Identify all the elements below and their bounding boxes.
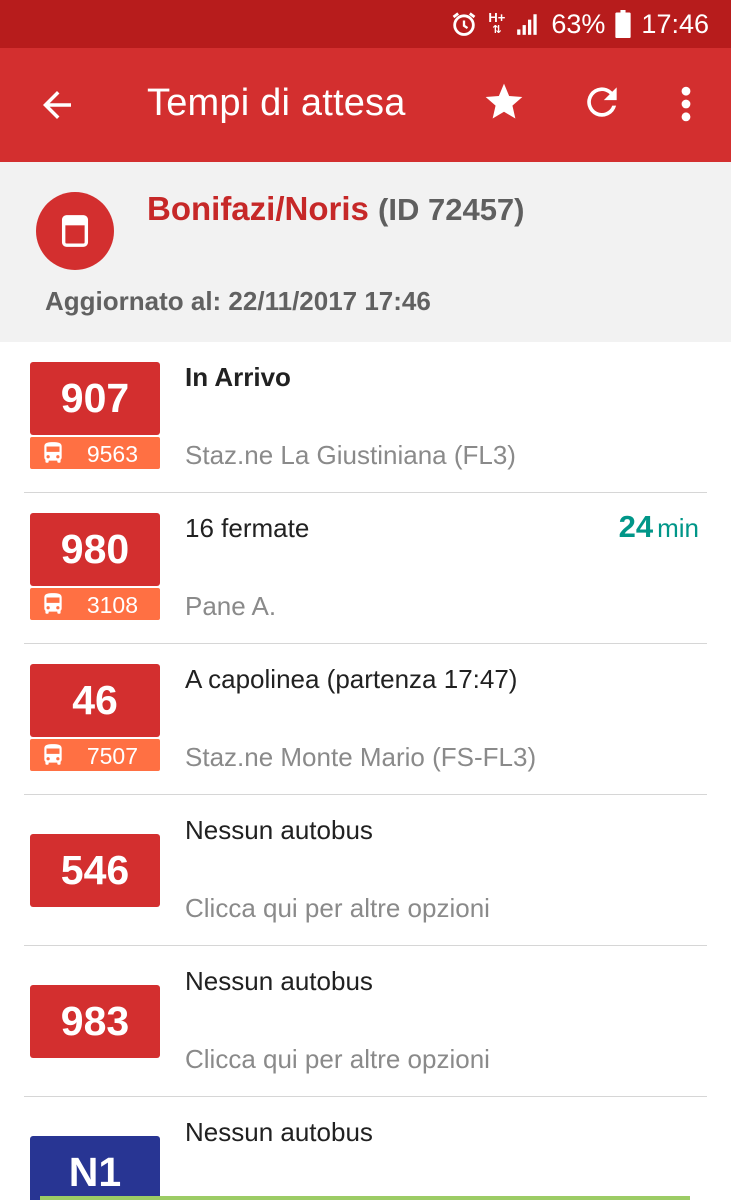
favorite-button[interactable] — [482, 80, 526, 124]
star-icon — [485, 83, 523, 119]
stop-name: Bonifazi/Noris — [147, 190, 369, 227]
more-options-hint: Clicca qui per altre opzioni — [185, 893, 490, 923]
vehicle-badge: 7507 — [30, 739, 160, 771]
refresh-icon — [587, 87, 617, 117]
arrival-status: A capolinea (partenza 17:47) — [185, 664, 518, 694]
arrival-status: Nessun autobus — [185, 966, 373, 996]
arrow-back-icon — [43, 91, 71, 119]
eta-value: 24 — [618, 509, 654, 544]
stop-id: (ID 72457) — [378, 192, 525, 227]
arrival-destination: Staz.ne Monte Mario (FS-FL3) — [185, 742, 537, 772]
arrival-status: Nessun autobus — [185, 1117, 373, 1147]
refresh-button[interactable] — [580, 80, 624, 124]
eta: 24 min — [619, 509, 699, 545]
bus-icon — [44, 442, 62, 463]
battery-percent: 63% — [551, 8, 606, 39]
signal-icon — [515, 11, 541, 37]
arrival-row-907[interactable]: 907 9563 In Arrivo Staz.ne La Giustinian… — [0, 342, 731, 493]
vehicle-badge: 3108 — [30, 588, 160, 620]
arrival-row-546[interactable]: 546 Nessun autobus Clicca qui per altre … — [0, 795, 731, 946]
route-number: 907 — [30, 362, 160, 435]
battery-icon — [615, 10, 632, 38]
alarm-icon — [450, 10, 478, 38]
scroll-indicator — [40, 1196, 690, 1200]
page-title: Tempi di attesa — [147, 82, 406, 124]
network-type-label: H+ — [488, 10, 506, 25]
network-type-icon: H+ ⇅ — [488, 10, 506, 36]
arrival-destination: Pane A. — [185, 591, 277, 621]
arrival-status: 16 fermate — [185, 513, 310, 543]
more-vert-icon — [681, 86, 691, 122]
app-bar: Tempi di attesa — [0, 48, 731, 162]
more-options-button[interactable] — [672, 82, 700, 126]
vehicle-badge: 9563 — [30, 437, 160, 469]
status-bar: H+ ⇅ 63% 17:46 — [0, 0, 731, 48]
eta-unit: min — [657, 513, 699, 543]
back-button[interactable] — [36, 84, 78, 126]
route-number: 46 — [30, 664, 160, 737]
arrival-row-980[interactable]: 980 3108 16 fermate 24 min Pane A. — [0, 493, 731, 644]
arrival-row-46[interactable]: 46 7507 A capolinea (partenza 17:47) Sta… — [0, 644, 731, 795]
arrival-status: In Arrivo — [185, 362, 291, 392]
vehicle-number: 3108 — [86, 592, 138, 618]
arrival-destination: Staz.ne La Giustiniana (FL3) — [185, 440, 516, 470]
clock: 17:46 — [641, 8, 709, 39]
arrival-row-983[interactable]: 983 Nessun autobus Clicca qui per altre … — [0, 946, 731, 1097]
stop-header: Bonifazi/Noris (ID 72457) Aggiornato al:… — [0, 162, 731, 342]
vehicle-number: 7507 — [86, 743, 138, 769]
last-updated: Aggiornato al: 22/11/2017 17:46 — [45, 286, 431, 316]
bus-icon — [44, 593, 62, 614]
arrival-row-n1[interactable]: N1 Nessun autobus — [0, 1097, 731, 1200]
route-number: 983 — [30, 985, 160, 1058]
bus-stop-icon — [36, 192, 114, 270]
vehicle-number: 9563 — [86, 441, 138, 467]
bus-icon — [44, 744, 62, 765]
route-number: 980 — [30, 513, 160, 586]
route-number: N1 — [30, 1136, 160, 1200]
arrival-status: Nessun autobus — [185, 815, 373, 845]
more-options-hint: Clicca qui per altre opzioni — [185, 1044, 490, 1074]
stop-title: Bonifazi/Noris (ID 72457) — [147, 190, 525, 228]
route-number: 546 — [30, 834, 160, 907]
